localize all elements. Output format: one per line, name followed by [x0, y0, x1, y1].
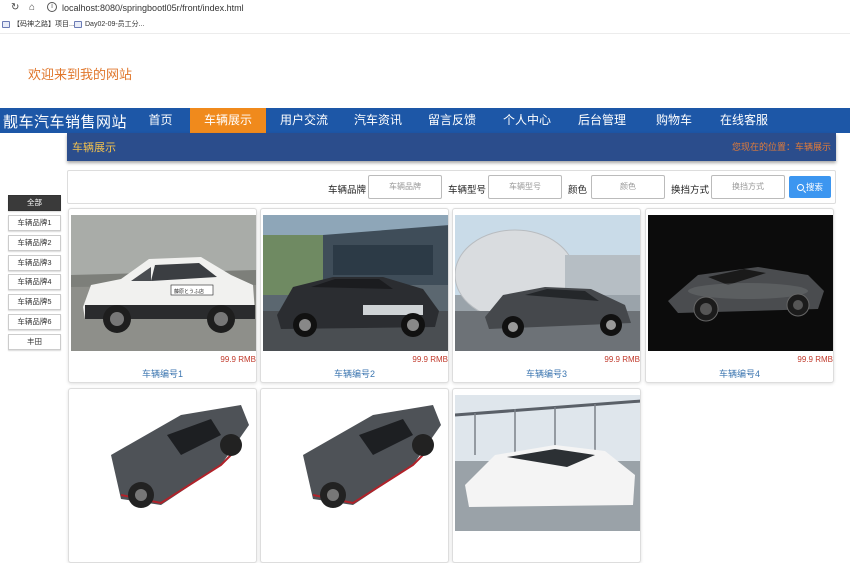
reload-icon[interactable]: ↻: [11, 2, 19, 14]
sidebar-item[interactable]: 车辆品牌3: [8, 255, 61, 271]
car-card[interactable]: 99.9 RMB 车辆编号3: [452, 208, 641, 383]
car-name-link[interactable]: 车辆编号3: [453, 367, 640, 380]
car-image[interactable]: [263, 215, 448, 351]
sidebar-item-all[interactable]: 全部: [8, 195, 61, 211]
color-label: 颜色: [568, 185, 588, 196]
address-bar[interactable]: localhost:8080/springbootl05r/front/inde…: [62, 2, 244, 14]
search-icon: [796, 183, 804, 191]
bookmark-item[interactable]: Day02-09-员工分...: [74, 19, 145, 29]
main-navbar: 靓车汽车销售网站 首页 车辆展示 用户交流 汽车资讯 留言反馈 个人中心 后台管…: [0, 108, 850, 133]
page-title: 车辆展示: [72, 142, 116, 154]
car-name-link[interactable]: 车辆编号2: [261, 367, 448, 380]
car-card[interactable]: [260, 388, 449, 563]
gear-input[interactable]: 换挡方式: [711, 175, 785, 199]
bookmarks-bar: 【码神之路】项目... Day02-09-员工分...: [0, 16, 850, 34]
folder-icon: [74, 20, 82, 28]
color-input[interactable]: 颜色: [591, 175, 665, 199]
car-price: 99.9 RMB: [604, 355, 640, 364]
car-card[interactable]: [452, 388, 641, 563]
car-price: 99.9 RMB: [412, 355, 448, 364]
car-name-link[interactable]: 车辆编号4: [646, 367, 833, 380]
bookmark-item[interactable]: 【码神之路】项目...: [2, 19, 75, 29]
nav-personal-center[interactable]: 个人中心: [494, 108, 560, 133]
car-image[interactable]: [71, 395, 256, 531]
model-label: 车辆型号: [448, 185, 487, 196]
car-image[interactable]: [455, 395, 640, 531]
car-image[interactable]: [648, 215, 833, 351]
nav-car-news[interactable]: 汽车资讯: [345, 108, 411, 133]
welcome-text: 欢迎来到我的网站: [28, 67, 133, 82]
sidebar-item[interactable]: 车辆品牌1: [8, 215, 61, 231]
car-card[interactable]: 藤原とうふ店 99.9 RMB 车辆编号1: [68, 208, 257, 383]
nav-home[interactable]: 首页: [133, 108, 188, 133]
sidebar-item[interactable]: 车辆品牌6: [8, 314, 61, 330]
car-card[interactable]: [68, 388, 257, 563]
home-icon[interactable]: ⌂: [29, 2, 35, 14]
car-card[interactable]: 99.9 RMB 车辆编号4: [645, 208, 834, 383]
nav-feedback[interactable]: 留言反馈: [419, 108, 485, 133]
car-card[interactable]: 99.9 RMB 车辆编号2: [260, 208, 449, 383]
nav-car-display[interactable]: 车辆展示: [190, 108, 266, 133]
brand-input[interactable]: 车辆品牌: [368, 175, 442, 199]
site-brand[interactable]: 靓车汽车销售网站: [3, 111, 127, 132]
sidebar-item-toyota[interactable]: 丰田: [8, 334, 61, 350]
search-button[interactable]: 搜索: [789, 176, 831, 198]
nav-user-exchange[interactable]: 用户交流: [270, 108, 338, 133]
sidebar-item[interactable]: 车辆品牌5: [8, 294, 61, 310]
car-price: 99.9 RMB: [797, 355, 833, 364]
nav-cart[interactable]: 购物车: [648, 108, 700, 133]
model-input[interactable]: 车辆型号: [488, 175, 562, 199]
search-panel: 车辆品牌 车辆品牌 车辆型号 车辆型号 颜色 颜色 换挡方式 换挡方式 搜索: [67, 170, 836, 204]
browser-toolbar: ↻ ⌂ i localhost:8080/springbootl05r/fron…: [0, 0, 850, 16]
car-price: 99.9 RMB: [220, 355, 256, 364]
car-image[interactable]: 藤原とうふ店: [71, 215, 256, 351]
svg-text:藤原とうふ店: 藤原とうふ店: [174, 288, 204, 295]
folder-icon: [2, 20, 10, 28]
location-text: 您现在的位置：车辆展示: [731, 142, 831, 152]
info-icon[interactable]: i: [47, 2, 57, 12]
brand-label: 车辆品牌: [328, 185, 367, 196]
sidebar-item[interactable]: 车辆品牌2: [8, 235, 61, 251]
sidebar-item[interactable]: 车辆品牌4: [8, 274, 61, 290]
nav-online-service[interactable]: 在线客服: [712, 108, 776, 133]
nav-admin[interactable]: 后台管理: [569, 108, 635, 133]
gear-label: 换挡方式: [671, 185, 710, 196]
breadcrumb: 车辆展示 您现在的位置：车辆展示: [67, 133, 836, 161]
car-image[interactable]: [455, 215, 640, 351]
car-image[interactable]: [263, 395, 448, 531]
car-name-link[interactable]: 车辆编号1: [69, 367, 256, 380]
